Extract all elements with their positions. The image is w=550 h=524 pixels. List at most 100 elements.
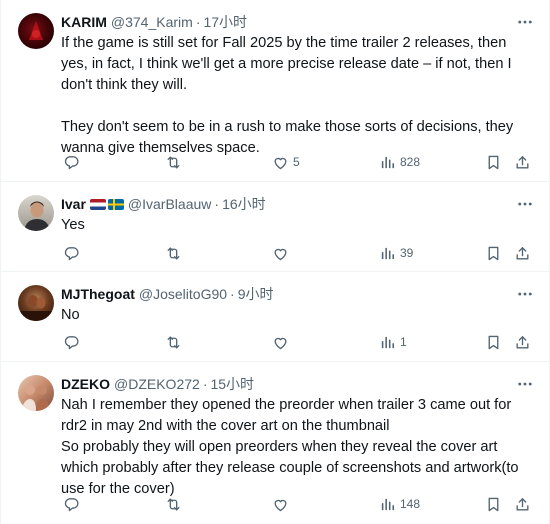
tweet-dzeko[interactable]: DZEKO @DZEKO272 · 15小时 Nah I remember th… xyxy=(1,362,549,524)
views-button[interactable]: 148 xyxy=(379,494,420,514)
timestamp[interactable]: 16小时 xyxy=(222,194,266,214)
avatar[interactable] xyxy=(18,285,54,321)
retweet-button[interactable] xyxy=(165,494,182,514)
views-bar-chart-icon xyxy=(379,334,396,351)
separator-dot: · xyxy=(202,376,208,392)
like-button[interactable]: 5 xyxy=(272,152,300,172)
share-upload-icon xyxy=(514,496,531,513)
tweet-actions: 1 xyxy=(59,332,535,352)
retweet-icon xyxy=(165,496,182,513)
heart-icon xyxy=(272,245,289,262)
user-handle[interactable]: @IvarBlaauw xyxy=(128,196,211,212)
timestamp[interactable]: 15小时 xyxy=(210,374,254,394)
timestamp[interactable]: 17小时 xyxy=(203,12,247,32)
netherlands-flag-icon xyxy=(89,198,106,210)
bookmark-button[interactable] xyxy=(485,332,502,352)
heart-icon xyxy=(272,154,289,171)
tweet-header: KARIM @374_Karim · 17小时 xyxy=(61,12,509,32)
timestamp[interactable]: 9小时 xyxy=(238,284,274,304)
display-name[interactable]: KARIM xyxy=(61,14,107,30)
view-count: 39 xyxy=(400,246,414,260)
share-button[interactable] xyxy=(514,332,531,352)
like-count: 5 xyxy=(293,155,300,169)
profile-flags xyxy=(89,198,124,210)
share-upload-icon xyxy=(514,154,531,171)
sweden-flag-icon xyxy=(107,198,124,210)
reply-button[interactable] xyxy=(63,152,80,172)
more-horizontal-icon[interactable] xyxy=(515,194,535,214)
retweet-button[interactable] xyxy=(165,152,182,172)
share-button[interactable] xyxy=(514,243,531,263)
display-name[interactable]: DZEKO xyxy=(61,376,110,392)
reply-bubble-icon xyxy=(63,154,80,171)
heart-icon xyxy=(272,334,289,351)
retweet-icon xyxy=(165,245,182,262)
retweet-button[interactable] xyxy=(165,332,182,352)
reply-bubble-icon xyxy=(63,245,80,262)
retweet-icon xyxy=(165,154,182,171)
avatar[interactable] xyxy=(18,195,54,231)
share-upload-icon xyxy=(514,334,531,351)
reply-button[interactable] xyxy=(63,332,80,352)
view-count: 828 xyxy=(400,155,421,169)
separator-dot: · xyxy=(230,286,235,302)
tweet-paragraph: Nah I remember they opened the preorder … xyxy=(61,397,512,434)
tweet-text: Yes xyxy=(61,215,531,236)
bookmark-button[interactable] xyxy=(485,243,502,263)
tweet-header: DZEKO @DZEKO272 · 15小时 xyxy=(61,374,509,394)
reply-thread: KARIM @374_Karim · 17小时 If the game is s… xyxy=(0,0,550,524)
tweet-text: No xyxy=(61,305,531,326)
tweet-paragraph: No xyxy=(61,307,80,323)
like-button[interactable] xyxy=(272,332,289,352)
display-name[interactable]: Ivar xyxy=(61,196,86,212)
bookmark-icon xyxy=(485,334,502,351)
tweet-paragraph: So probably they will open preorders whe… xyxy=(61,439,519,497)
avatar[interactable] xyxy=(18,375,54,411)
share-button[interactable] xyxy=(514,152,531,172)
tweet-paragraph: Yes xyxy=(61,217,85,233)
tweet-mjthegoat[interactable]: MJThegoat @JoselitoG90 · 9小时 No 1 xyxy=(1,272,549,362)
more-horizontal-icon[interactable] xyxy=(515,12,535,32)
share-button[interactable] xyxy=(514,494,531,514)
tweet-actions: 39 xyxy=(59,243,535,263)
like-button[interactable] xyxy=(272,494,289,514)
bookmark-icon xyxy=(485,245,502,262)
view-count: 148 xyxy=(400,497,421,511)
tweet-text: If the game is still set for Fall 2025 b… xyxy=(61,33,531,159)
user-handle[interactable]: @JoselitoG90 xyxy=(139,286,227,302)
views-bar-chart-icon xyxy=(379,154,396,171)
more-horizontal-icon[interactable] xyxy=(515,374,535,394)
tweet-header: Ivar @IvarBlaauw · 16小时 xyxy=(61,194,509,214)
reply-button[interactable] xyxy=(63,243,80,263)
tweet-ivar[interactable]: Ivar @IvarBlaauw · 16小时 Yes 39 xyxy=(1,182,549,272)
display-name[interactable]: MJThegoat xyxy=(61,286,135,302)
views-button[interactable]: 39 xyxy=(379,243,413,263)
reply-bubble-icon xyxy=(63,496,80,513)
more-horizontal-icon[interactable] xyxy=(515,284,535,304)
tweet-karim[interactable]: KARIM @374_Karim · 17小时 If the game is s… xyxy=(1,0,549,182)
tweet-paragraph: If the game is still set for Fall 2025 b… xyxy=(61,35,512,93)
bookmark-button[interactable] xyxy=(485,152,502,172)
reply-bubble-icon xyxy=(63,334,80,351)
bookmark-button[interactable] xyxy=(485,494,502,514)
tweet-actions: 5 828 xyxy=(59,152,535,172)
tweet-text: Nah I remember they opened the preorder … xyxy=(61,395,531,500)
separator-dot: · xyxy=(195,14,201,30)
views-bar-chart-icon xyxy=(379,496,396,513)
retweet-icon xyxy=(165,334,182,351)
retweet-button[interactable] xyxy=(165,243,182,263)
user-handle[interactable]: @374_Karim xyxy=(111,14,193,30)
tweet-actions: 148 xyxy=(59,494,535,514)
tweet-header: MJThegoat @JoselitoG90 · 9小时 xyxy=(61,284,509,304)
bookmark-icon xyxy=(485,496,502,513)
reply-button[interactable] xyxy=(63,494,80,514)
views-bar-chart-icon xyxy=(379,245,396,262)
like-button[interactable] xyxy=(272,243,289,263)
views-button[interactable]: 828 xyxy=(379,152,420,172)
avatar[interactable] xyxy=(18,13,54,49)
user-handle[interactable]: @DZEKO272 xyxy=(114,376,200,392)
bookmark-icon xyxy=(485,154,502,171)
views-button[interactable]: 1 xyxy=(379,332,407,352)
view-count: 1 xyxy=(400,335,407,349)
separator-dot: · xyxy=(214,196,220,212)
